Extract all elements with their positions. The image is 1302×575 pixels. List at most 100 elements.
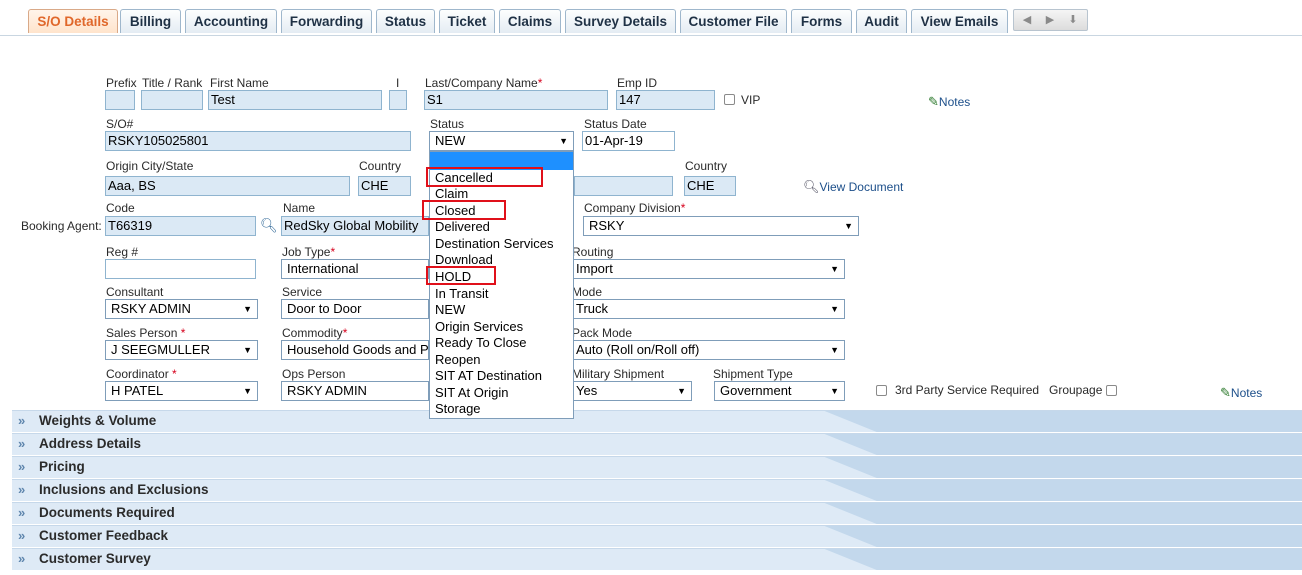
emp-id-label: Emp ID <box>617 76 658 90</box>
service-select[interactable]: Door to Door <box>281 299 429 319</box>
section-customer-feedback[interactable]: » Customer Feedback <box>12 525 1302 547</box>
arrow-down-icon[interactable]: ⬇ <box>1063 13 1083 27</box>
booking-agent-label: Booking Agent: <box>21 219 102 233</box>
section-customer-survey[interactable]: » Customer Survey <box>12 548 1302 570</box>
notes-link[interactable]: ✎Notes <box>928 94 970 110</box>
destination-city-input[interactable] <box>574 176 673 196</box>
routing-select[interactable]: Import ▼ <box>570 259 845 279</box>
consultant-select[interactable]: RSKY ADMIN ▼ <box>105 299 258 319</box>
status-label: Status <box>430 117 465 131</box>
status-option[interactable]: SIT At Origin <box>435 385 508 400</box>
section-pricing[interactable]: » Pricing <box>12 456 1302 478</box>
military-shipment-select[interactable]: Yes ▼ <box>570 381 692 401</box>
status-option[interactable]: SIT AT Destination <box>435 368 542 383</box>
tab-status[interactable]: Status <box>376 9 435 33</box>
reg-input[interactable] <box>105 259 256 279</box>
agent-name-input[interactable]: RedSky Global Mobility <box>281 216 429 236</box>
section-documents-required[interactable]: » Documents Required <box>12 502 1302 524</box>
status-select[interactable]: NEW ▼ <box>429 131 574 151</box>
section-inclusions-exclusions[interactable]: » Inclusions and Exclusions <box>12 479 1302 501</box>
tab-billing[interactable]: Billing <box>120 9 181 33</box>
sales-person-select[interactable]: J SEEGMULLER ▼ <box>105 340 258 360</box>
double-chevron-right-icon: » <box>18 459 26 474</box>
tab-view-emails[interactable]: View Emails <box>911 9 1008 33</box>
tab-forwarding[interactable]: Forwarding <box>281 9 372 33</box>
status-date-input[interactable]: 01-Apr-19 <box>582 131 675 151</box>
highlight-closed <box>422 200 506 220</box>
status-option[interactable]: Destination Services <box>435 236 554 251</box>
routing-label: Routing <box>572 245 614 259</box>
double-chevron-right-icon: » <box>18 528 26 543</box>
tab-accounting[interactable]: Accounting <box>185 9 277 33</box>
first-name-input[interactable]: Test <box>208 90 382 110</box>
origin-city-input[interactable]: Aaa, BS <box>105 176 350 196</box>
pack-mode-label: Pack Mode <box>572 326 633 340</box>
ops-person-label: Ops Person <box>282 367 346 381</box>
last-name-input[interactable]: S1 <box>424 90 608 110</box>
tab-audit[interactable]: Audit <box>856 9 907 33</box>
so-number-input[interactable]: RSKY105025801 <box>105 131 411 151</box>
coordinator-select[interactable]: H PATEL ▼ <box>105 381 258 401</box>
tab-scroll-controls: ◀ ▶ ⬇ <box>1013 9 1088 31</box>
chevron-down-icon: ▼ <box>677 386 686 396</box>
commodity-select[interactable]: Household Goods and P <box>281 340 429 360</box>
section-weights-volume[interactable]: » Weights & Volume <box>12 410 1302 432</box>
vip-checkbox[interactable] <box>724 94 735 105</box>
middle-initial-label: I <box>396 76 400 90</box>
highlight-cancelled <box>426 167 543 187</box>
code-input[interactable]: T66319 <box>105 216 256 236</box>
section-address-details[interactable]: » Address Details <box>12 433 1302 455</box>
arrow-left-icon[interactable]: ◀ <box>1017 13 1037 27</box>
tab-claims[interactable]: Claims <box>499 9 561 33</box>
tab-ticket[interactable]: Ticket <box>439 9 495 33</box>
shipment-type-label: Shipment Type <box>713 367 793 381</box>
double-chevron-right-icon: » <box>18 413 26 428</box>
origin-country-input[interactable]: CHE <box>358 176 411 196</box>
middle-initial-input[interactable] <box>389 90 407 110</box>
destination-country-label: Country <box>685 159 728 173</box>
status-option[interactable]: Download <box>435 252 493 267</box>
status-option[interactable]: Ready To Close <box>435 335 527 350</box>
tab-customer-file[interactable]: Customer File <box>680 9 787 33</box>
status-option[interactable]: Reopen <box>435 352 481 367</box>
reg-label: Reg # <box>106 245 139 259</box>
consultant-label: Consultant <box>106 285 164 299</box>
origin-country-label: Country <box>359 159 402 173</box>
shipment-type-select[interactable]: Government ▼ <box>714 381 845 401</box>
destination-country-input[interactable]: CHE <box>684 176 736 196</box>
chevron-down-icon: ▼ <box>844 221 853 231</box>
status-option[interactable]: Delivered <box>435 219 490 234</box>
title-input[interactable] <box>141 90 203 110</box>
mode-select[interactable]: Truck ▼ <box>570 299 845 319</box>
company-division-select[interactable]: RSKY ▼ <box>583 216 859 236</box>
title-rank-label: Title / Rank <box>142 76 203 90</box>
status-option[interactable]: Origin Services <box>435 319 523 334</box>
chevron-down-icon: ▼ <box>830 345 839 355</box>
pack-mode-select[interactable]: Auto (Roll on/Roll off) ▼ <box>570 340 845 360</box>
chevron-down-icon: ▼ <box>830 264 839 274</box>
status-option[interactable]: NEW <box>435 302 465 317</box>
groupage-label: Groupage <box>1049 383 1103 397</box>
tab-survey-details[interactable]: Survey Details <box>565 9 676 33</box>
document-search-icon: 🔍︎ <box>803 179 820 194</box>
job-type-select[interactable]: International <box>281 259 429 279</box>
chevron-down-icon: ▼ <box>243 386 252 396</box>
notes-icon: ✎ <box>1220 385 1231 400</box>
search-icon[interactable]: 🔍︎ <box>260 217 278 234</box>
view-document-link[interactable]: 🔍︎View Document <box>803 179 903 195</box>
arrow-right-icon[interactable]: ▶ <box>1040 13 1060 27</box>
chevron-down-icon: ▼ <box>243 345 252 355</box>
double-chevron-right-icon: » <box>18 482 26 497</box>
status-option[interactable]: Storage <box>435 401 481 416</box>
status-option[interactable]: In Transit <box>435 286 488 301</box>
ops-person-select[interactable]: RSKY ADMIN <box>281 381 429 401</box>
notes-link-2[interactable]: ✎Notes <box>1220 385 1262 401</box>
emp-id-input[interactable]: 147 <box>616 90 715 110</box>
groupage-checkbox[interactable] <box>1106 385 1117 396</box>
prefix-input[interactable] <box>105 90 135 110</box>
tab-forms[interactable]: Forms <box>791 9 852 33</box>
tab-so-details[interactable]: S/O Details <box>28 9 118 33</box>
third-party-checkbox[interactable] <box>876 385 887 396</box>
code-label: Code <box>106 201 135 215</box>
status-option[interactable]: Claim <box>435 186 468 201</box>
